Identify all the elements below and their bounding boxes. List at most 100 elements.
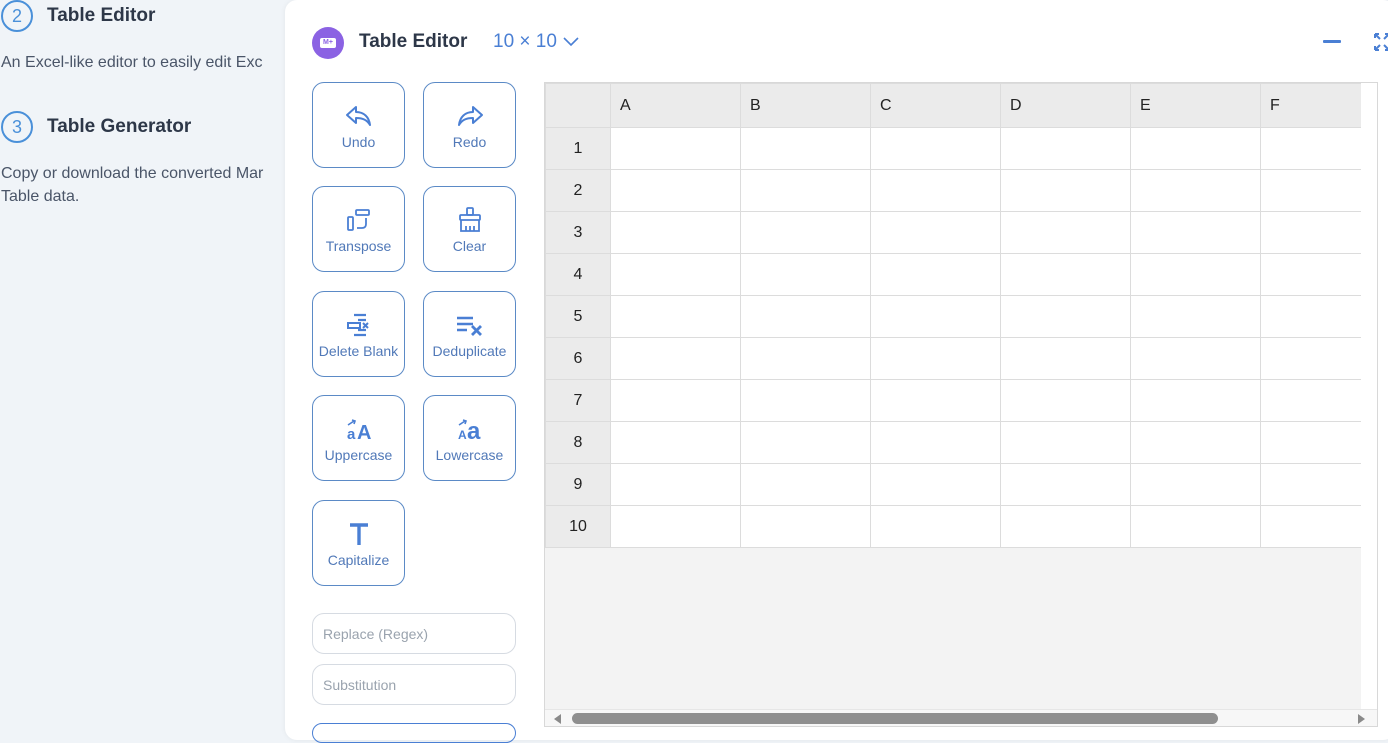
grid-cell[interactable] bbox=[1130, 295, 1261, 338]
grid-cell[interactable] bbox=[1260, 505, 1363, 548]
grid-cell[interactable] bbox=[1130, 421, 1261, 464]
grid-cell[interactable] bbox=[1000, 295, 1131, 338]
column-header[interactable]: A bbox=[610, 83, 741, 128]
grid-cell[interactable] bbox=[1130, 169, 1261, 212]
scroll-left-icon[interactable] bbox=[554, 714, 561, 724]
grid-cell[interactable] bbox=[870, 505, 1001, 548]
grid-cell[interactable] bbox=[610, 463, 741, 506]
lowercase-button[interactable]: Aa Lowercase bbox=[423, 395, 516, 481]
column-header[interactable]: C bbox=[870, 83, 1001, 128]
grid-cell[interactable] bbox=[740, 211, 871, 254]
replace-button[interactable] bbox=[312, 723, 516, 743]
grid-cell[interactable] bbox=[1260, 127, 1363, 170]
grid-cell[interactable] bbox=[610, 169, 741, 212]
grid-cell[interactable] bbox=[1260, 379, 1363, 422]
grid-cell[interactable] bbox=[1260, 463, 1363, 506]
grid-cell[interactable] bbox=[740, 505, 871, 548]
column-header[interactable]: F bbox=[1260, 83, 1363, 128]
column-header[interactable]: E bbox=[1130, 83, 1261, 128]
grid-cell[interactable] bbox=[870, 337, 1001, 380]
grid-cell[interactable] bbox=[1130, 337, 1261, 380]
grid-cell[interactable] bbox=[870, 295, 1001, 338]
grid-cell[interactable] bbox=[740, 421, 871, 464]
grid-cell[interactable] bbox=[1000, 211, 1131, 254]
grid-cell[interactable] bbox=[610, 337, 741, 380]
grid-cell[interactable] bbox=[1000, 379, 1131, 422]
grid-cell[interactable] bbox=[610, 127, 741, 170]
column-header[interactable]: D bbox=[1000, 83, 1131, 128]
grid-cell[interactable] bbox=[610, 211, 741, 254]
scroll-right-icon[interactable] bbox=[1358, 714, 1365, 724]
grid-cell[interactable] bbox=[1000, 169, 1131, 212]
grid-cell[interactable] bbox=[610, 295, 741, 338]
horizontal-scrollbar[interactable] bbox=[545, 709, 1377, 726]
row-header[interactable]: 3 bbox=[545, 211, 611, 254]
delete-blank-button[interactable]: Delete Blank bbox=[312, 291, 405, 377]
grid-cell[interactable] bbox=[1260, 337, 1363, 380]
grid-cell[interactable] bbox=[610, 379, 741, 422]
grid-cell[interactable] bbox=[1000, 253, 1131, 296]
grid-cell[interactable] bbox=[1000, 421, 1131, 464]
grid-cell[interactable] bbox=[1130, 505, 1261, 548]
row-header[interactable]: 1 bbox=[545, 127, 611, 170]
grid-cell[interactable] bbox=[1000, 337, 1131, 380]
grid-cell[interactable] bbox=[1260, 253, 1363, 296]
grid-cell[interactable] bbox=[870, 169, 1001, 212]
capitalize-label: Capitalize bbox=[327, 552, 390, 568]
grid-cell[interactable] bbox=[740, 463, 871, 506]
grid-cell[interactable] bbox=[740, 169, 871, 212]
row-header[interactable]: 2 bbox=[545, 169, 611, 212]
grid-cell[interactable] bbox=[1260, 211, 1363, 254]
grid-cell[interactable] bbox=[870, 421, 1001, 464]
grid-cell[interactable] bbox=[740, 253, 871, 296]
grid-cell[interactable] bbox=[1130, 379, 1261, 422]
clear-button[interactable]: Clear bbox=[423, 186, 516, 272]
grid-cell[interactable] bbox=[870, 253, 1001, 296]
grid-cell[interactable] bbox=[1000, 463, 1131, 506]
select-all-corner[interactable] bbox=[545, 83, 611, 128]
deduplicate-button[interactable]: Deduplicate bbox=[423, 291, 516, 377]
grid-cell[interactable] bbox=[870, 211, 1001, 254]
grid-cell[interactable] bbox=[870, 127, 1001, 170]
undo-button[interactable]: Undo bbox=[312, 82, 405, 168]
row-header[interactable]: 6 bbox=[545, 337, 611, 380]
grid-cell[interactable] bbox=[740, 295, 871, 338]
grid-cell[interactable] bbox=[1130, 211, 1261, 254]
uppercase-label: Uppercase bbox=[324, 447, 393, 463]
transpose-button[interactable]: Transpose bbox=[312, 186, 405, 272]
grid-cell[interactable] bbox=[870, 379, 1001, 422]
redo-button[interactable]: Redo bbox=[423, 82, 516, 168]
row-header[interactable]: 7 bbox=[545, 379, 611, 422]
grid-cell[interactable] bbox=[740, 337, 871, 380]
table-size-dropdown[interactable]: 10 × 10 bbox=[493, 31, 579, 53]
column-header[interactable]: B bbox=[740, 83, 871, 128]
row-header[interactable]: 10 bbox=[545, 505, 611, 548]
grid-cell[interactable] bbox=[610, 253, 741, 296]
scrollbar-thumb[interactable] bbox=[572, 713, 1218, 724]
grid-cell[interactable] bbox=[1260, 295, 1363, 338]
row-header[interactable]: 9 bbox=[545, 463, 611, 506]
fullscreen-icon[interactable] bbox=[1373, 32, 1388, 52]
replace-regex-input[interactable] bbox=[312, 613, 516, 654]
grid-cell[interactable] bbox=[1000, 127, 1131, 170]
substitution-input[interactable] bbox=[312, 664, 516, 705]
grid-cell[interactable] bbox=[1130, 253, 1261, 296]
grid-cell[interactable] bbox=[610, 421, 741, 464]
grid-cell[interactable] bbox=[610, 505, 741, 548]
grid-cell[interactable] bbox=[740, 379, 871, 422]
grid-cell[interactable] bbox=[740, 127, 871, 170]
row-header[interactable]: 8 bbox=[545, 421, 611, 464]
uppercase-button[interactable]: aA Uppercase bbox=[312, 395, 405, 481]
grid-cell[interactable] bbox=[1260, 421, 1363, 464]
grid-cell[interactable] bbox=[870, 463, 1001, 506]
capitalize-button[interactable]: Capitalize bbox=[312, 500, 405, 586]
step-description: Table data. bbox=[1, 188, 80, 205]
grid-cell[interactable] bbox=[1260, 169, 1363, 212]
step-table-generator: 3 Table Generator bbox=[0, 111, 191, 143]
minimize-icon[interactable] bbox=[1323, 40, 1341, 43]
grid-cell[interactable] bbox=[1130, 463, 1261, 506]
grid-cell[interactable] bbox=[1000, 505, 1131, 548]
row-header[interactable]: 5 bbox=[545, 295, 611, 338]
grid-cell[interactable] bbox=[1130, 127, 1261, 170]
row-header[interactable]: 4 bbox=[545, 253, 611, 296]
